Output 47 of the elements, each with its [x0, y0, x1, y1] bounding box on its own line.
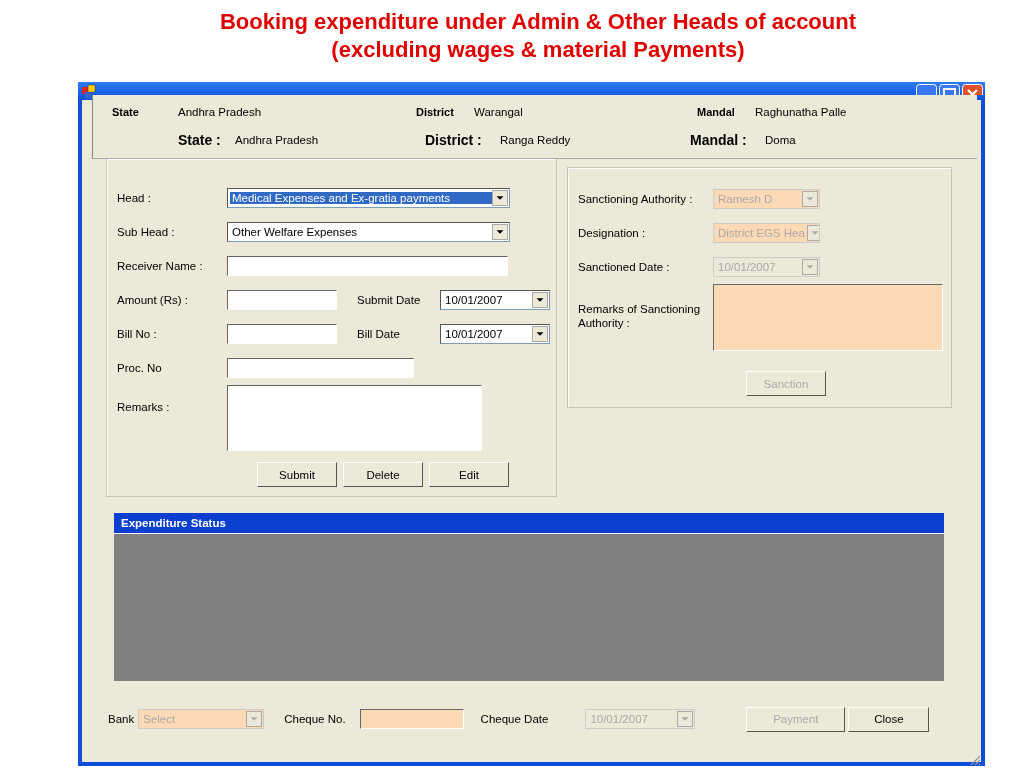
form-button[interactable]: Delete [343, 462, 423, 487]
field-label: Proc. No [117, 362, 163, 374]
location-label: District [416, 106, 455, 118]
location-value: Raghunatha Palle [755, 106, 848, 118]
location-value: Andhra Pradesh [235, 134, 320, 146]
field-label: Remarks of Sanctioning Authority : [578, 302, 702, 330]
status-title: Expenditure Status [114, 513, 944, 534]
field-label: Sub Head : [117, 226, 176, 238]
location-value: Warangal [474, 106, 524, 118]
field-label: Submit Date [357, 294, 422, 306]
close-button[interactable]: Close [848, 706, 930, 732]
field-label: Remarks : [117, 401, 171, 413]
date-picker[interactable]: 10/01/2007 [440, 324, 550, 344]
sub-head-dropdown[interactable]: Other Welfare Expenses [227, 222, 510, 242]
bill-no-field[interactable] [227, 324, 337, 344]
location-label: District : [425, 132, 483, 148]
form-button[interactable]: Edit [429, 462, 509, 487]
field-label: Bill No : [117, 328, 158, 340]
field-label: Head : [117, 192, 152, 204]
location-label: Mandal [697, 106, 736, 118]
field-label: Bill Date [357, 328, 401, 340]
location-value: Doma [765, 134, 797, 146]
field-label: Designation : [578, 227, 647, 239]
location-label: State [112, 106, 140, 118]
field-label: Sanctioning Authority : [578, 193, 694, 205]
field-label: Cheque No. [284, 713, 346, 725]
slide-title: Booking expenditure under Admin & Other Heads of account [219, 8, 857, 36]
field-label: Receiver Name : [117, 260, 204, 272]
date-picker[interactable]: 10/01/2007 [440, 290, 550, 310]
app-icon [81, 84, 97, 100]
slide-title: (excluding wages & material Payments) [330, 36, 746, 64]
amount-field[interactable] [227, 290, 337, 310]
remarks-field[interactable] [227, 385, 482, 451]
head-dropdown[interactable]: Medical Expenses and Ex-gratia payments [227, 188, 510, 208]
minimize-button[interactable] [916, 84, 937, 95]
location-value: Ranga Reddy [500, 134, 572, 146]
field-label: Cheque Date [480, 713, 549, 725]
resize-grip-icon[interactable] [969, 754, 981, 766]
receiver-name-field[interactable] [227, 256, 508, 276]
location-label: State : [178, 132, 222, 148]
location-label: Mandal : [690, 132, 748, 148]
proc-no-field[interactable] [227, 358, 414, 378]
location-value: Andhra Pradesh [178, 106, 263, 118]
field-label: Sanctioned Date : [578, 261, 671, 273]
field-label: Amount (Rs) : [117, 294, 189, 306]
field-label: Bank [108, 713, 135, 725]
form-button[interactable]: Submit [257, 462, 337, 487]
